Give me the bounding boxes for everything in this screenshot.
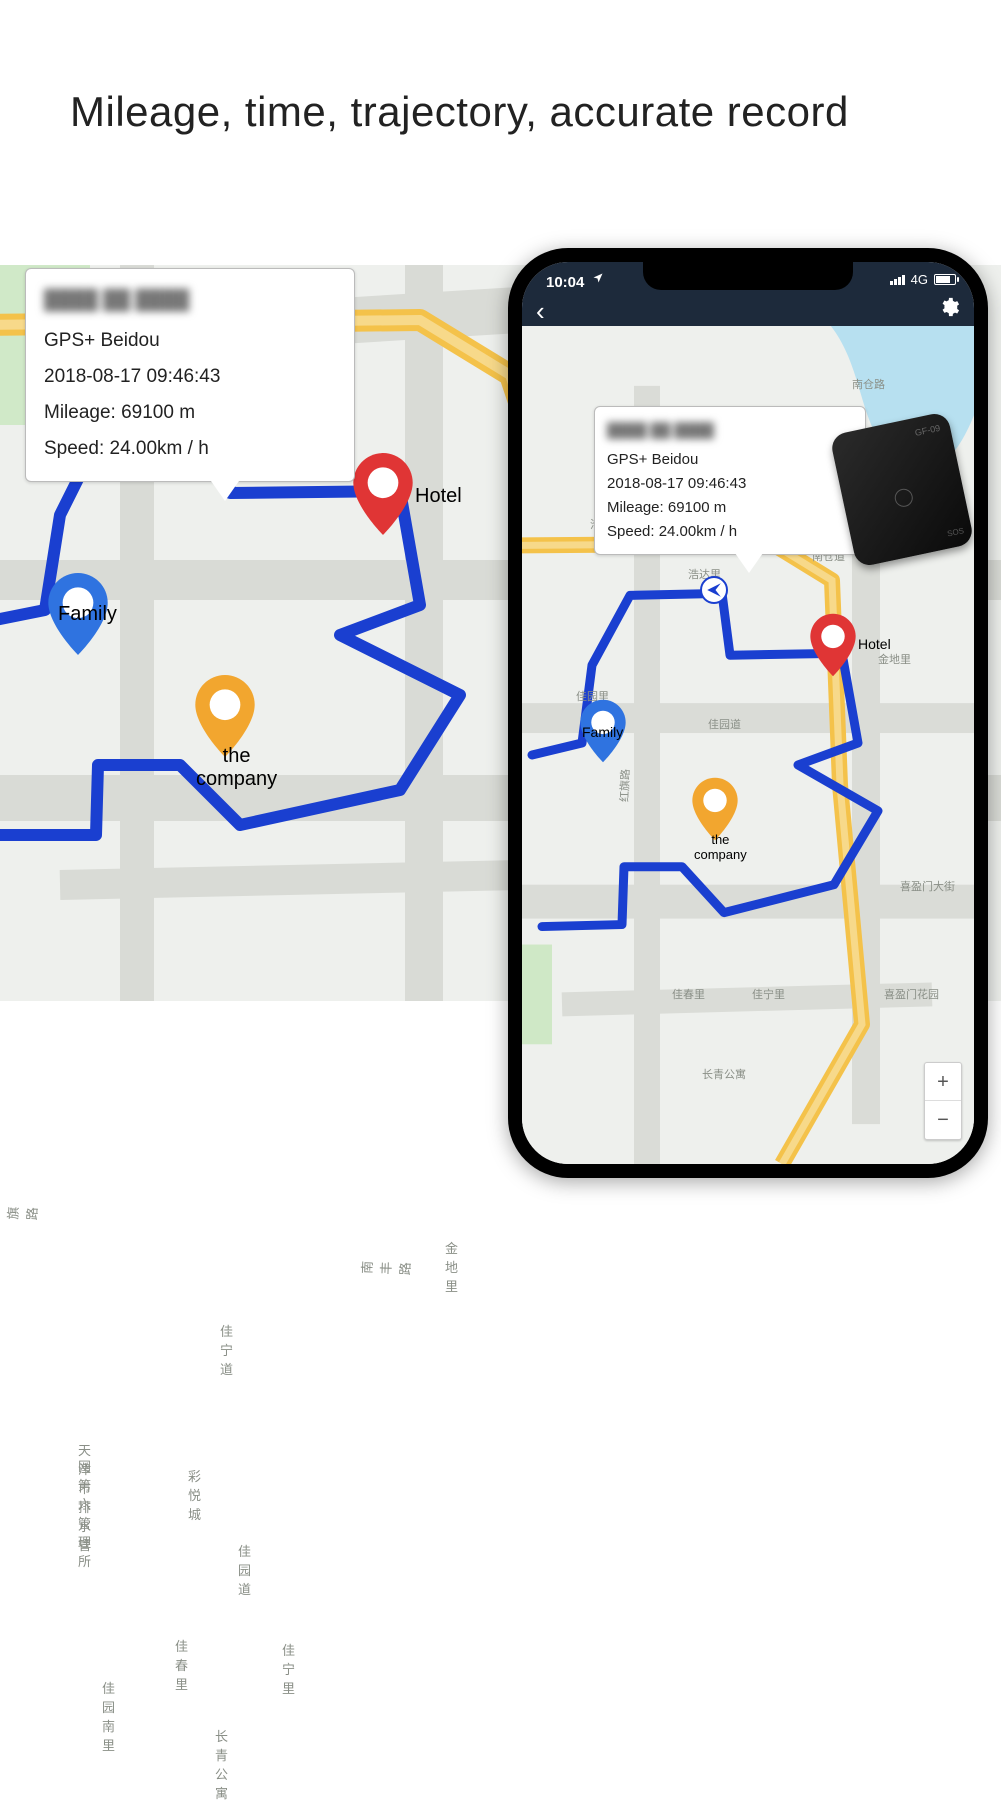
map-label: 金地里: [445, 1238, 458, 1295]
network-label: 4G: [911, 272, 928, 287]
map-label: 长青公寓: [702, 1066, 746, 1082]
phone-map[interactable]: 南仓路 浩达公寓 浩达里 南仓道 佳园里 佳园道 佳春里 佳宁里 红旗路 喜盈门…: [522, 326, 974, 1164]
callout-title-blurred: ████ ██ ████: [607, 417, 853, 444]
pin-hotel[interactable]: [808, 612, 858, 678]
callout-system: GPS+ Beidou: [607, 448, 853, 472]
pin-company-label: the company: [196, 745, 277, 791]
map-label: 佳宁道: [220, 1321, 233, 1378]
map-label: 南丰路: [357, 1260, 414, 1275]
location-arrow-icon: [592, 272, 604, 287]
map-label: 长青公寓: [215, 1726, 228, 1802]
map-label: 佳园南里: [102, 1678, 115, 1754]
map-label: 红旗路: [616, 769, 633, 803]
map-label: 佳春里: [175, 1636, 188, 1693]
status-time: 10:04: [546, 274, 584, 291]
map-label: 网第六管理所: [78, 1456, 91, 1570]
callout-datetime: 2018-08-17 09:46:43: [607, 472, 853, 496]
map-label: 佳春里: [672, 986, 705, 1002]
pin-family-label: Family: [582, 724, 623, 740]
callout-mileage: Mileage: 69100 m: [607, 496, 853, 520]
map-label: 佳园道: [708, 716, 741, 732]
map-label: 金地里: [878, 651, 911, 667]
callout-system: GPS+ Beidou: [44, 323, 336, 359]
map-label: 南仓路: [852, 376, 885, 392]
map-label: 彩悦城: [188, 1466, 201, 1523]
phone-notch: [643, 262, 853, 290]
callout-speed: Speed: 24.00km / h: [44, 431, 336, 467]
zoom-out-button[interactable]: −: [925, 1101, 961, 1139]
info-callout: ████ ██ ████ GPS+ Beidou 2018-08-17 09:4…: [25, 268, 355, 482]
pin-hotel-label: Hotel: [415, 485, 462, 508]
phone-info-callout: ████ ██ ████ GPS+ Beidou 2018-08-17 09:4…: [594, 406, 866, 555]
callout-datetime: 2018-08-17 09:46:43: [44, 359, 336, 395]
pin-hotel: [350, 451, 416, 537]
map-label: 佳园道: [238, 1541, 251, 1598]
callout-title-blurred: ████ ██ ████: [44, 283, 336, 319]
map-label: 佳宁里: [752, 986, 785, 1002]
pin-family-label: Family: [58, 603, 117, 626]
signal-icon: [890, 275, 905, 285]
map-label: 红旗路: [0, 1205, 41, 1220]
pin-company-label: the company: [694, 832, 747, 862]
battery-icon: [934, 274, 956, 285]
callout-mileage: Mileage: 69100 m: [44, 395, 336, 431]
headline: Mileage, time, trajectory, accurate reco…: [70, 88, 849, 136]
callout-speed: Speed: 24.00km / h: [607, 520, 853, 544]
nav-arrow-icon: [700, 576, 728, 604]
map-label: 佳宁里: [282, 1640, 295, 1697]
map-label: 喜盈门花园: [884, 986, 939, 1002]
settings-button[interactable]: [938, 296, 960, 323]
zoom-control: + −: [924, 1062, 962, 1140]
map-label: 喜盈门大街: [900, 878, 955, 894]
pin-hotel-label: Hotel: [858, 636, 891, 652]
back-button[interactable]: ‹: [536, 296, 545, 327]
zoom-in-button[interactable]: +: [925, 1063, 961, 1101]
phone-mockup: 10:04 4G ‹: [508, 248, 988, 1178]
